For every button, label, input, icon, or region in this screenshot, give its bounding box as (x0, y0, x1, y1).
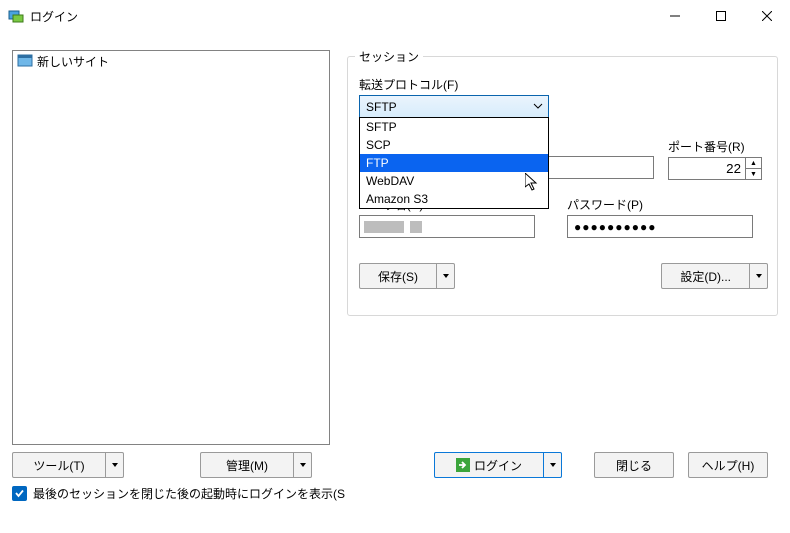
login-dialog: ログイン 新しいサイト (0, 0, 790, 533)
app-icon (8, 8, 24, 24)
check-icon (14, 488, 25, 499)
port-spinner[interactable]: ▲ ▼ (668, 157, 768, 180)
show-login-checkbox-label: 最後のセッションを閉じた後の起動時にログインを表示(S (33, 485, 345, 502)
protocol-option-amazons3[interactable]: Amazon S3 (360, 190, 548, 208)
manage-button[interactable]: 管理(M) (200, 452, 312, 478)
protocol-dropdown[interactable]: SFTP SCP FTP WebDAV Amazon S3 (359, 117, 549, 209)
chevron-down-icon (442, 272, 450, 280)
port-spin-buttons[interactable]: ▲ ▼ (746, 157, 762, 180)
password-mask: ●●●●●●●●●● (574, 220, 656, 234)
show-login-checkbox[interactable] (12, 486, 27, 501)
tree-item-label: 新しいサイト (37, 53, 109, 70)
protocol-combobox[interactable]: SFTP (359, 95, 549, 118)
port-spin-down[interactable]: ▼ (746, 169, 761, 179)
tools-button-main[interactable]: ツール(T) (12, 452, 106, 478)
chevron-down-icon (532, 99, 544, 113)
window-buttons (652, 0, 790, 32)
close-button[interactable] (744, 0, 790, 32)
tools-button[interactable]: ツール(T) (12, 452, 124, 478)
mouse-cursor-icon (525, 173, 541, 193)
protocol-option-sftp[interactable]: SFTP (360, 118, 548, 136)
protocol-option-webdav[interactable]: WebDAV (360, 172, 548, 190)
login-button[interactable]: ログイン (434, 452, 562, 478)
save-button-dropdown[interactable] (437, 263, 455, 289)
site-tree[interactable]: 新しいサイト (12, 50, 330, 445)
settings-button-dropdown[interactable] (750, 263, 768, 289)
chevron-down-icon (549, 461, 557, 469)
login-button-main[interactable]: ログイン (434, 452, 544, 478)
port-label: ポート番号(R) (668, 138, 768, 155)
minimize-button[interactable] (652, 0, 698, 32)
login-button-dropdown[interactable] (544, 452, 562, 478)
protocol-value: SFTP (366, 100, 397, 114)
dialog-body: 新しいサイト セッション 転送プロトコル(F) SFTP SFTP SCP FT… (12, 40, 778, 521)
tree-item-new-site[interactable]: 新しいサイト (13, 51, 329, 71)
settings-button[interactable]: 設定(D)... (661, 263, 768, 289)
port-input[interactable] (668, 157, 746, 180)
maximize-button[interactable] (698, 0, 744, 32)
chevron-down-icon (111, 461, 119, 469)
titlebar: ログイン (0, 0, 790, 32)
manage-button-main[interactable]: 管理(M) (200, 452, 294, 478)
show-login-checkbox-row: 最後のセッションを閉じた後の起動時にログインを表示(S (12, 485, 345, 502)
port-block: ポート番号(R) ▲ ▼ (668, 138, 768, 180)
protocol-option-ftp[interactable]: FTP (360, 154, 548, 172)
save-button[interactable]: 保存(S) (359, 263, 455, 289)
manage-button-dropdown[interactable] (294, 452, 312, 478)
session-group-label: セッション (355, 48, 423, 65)
protocol-block: 転送プロトコル(F) SFTP (359, 76, 549, 118)
login-arrow-icon (456, 458, 470, 472)
username-redacted-2 (410, 221, 422, 233)
help-button[interactable]: ヘルプ(H) (688, 452, 768, 478)
protocol-label: 転送プロトコル(F) (359, 76, 549, 93)
tools-button-dropdown[interactable] (106, 452, 124, 478)
password-label: パスワード(P) (567, 196, 753, 213)
username-input[interactable] (359, 215, 535, 238)
password-input[interactable]: ●●●●●●●●●● (567, 215, 753, 238)
protocol-option-scp[interactable]: SCP (360, 136, 548, 154)
close-dialog-button[interactable]: 閉じる (594, 452, 674, 478)
port-spin-up[interactable]: ▲ (746, 158, 761, 169)
window-title: ログイン (30, 8, 78, 25)
chevron-down-icon (755, 272, 763, 280)
settings-button-main[interactable]: 設定(D)... (661, 263, 750, 289)
username-redacted-1 (364, 221, 404, 233)
site-icon (17, 53, 33, 69)
password-block: パスワード(P) ●●●●●●●●●● (567, 196, 753, 238)
save-button-main[interactable]: 保存(S) (359, 263, 437, 289)
chevron-down-icon (299, 461, 307, 469)
